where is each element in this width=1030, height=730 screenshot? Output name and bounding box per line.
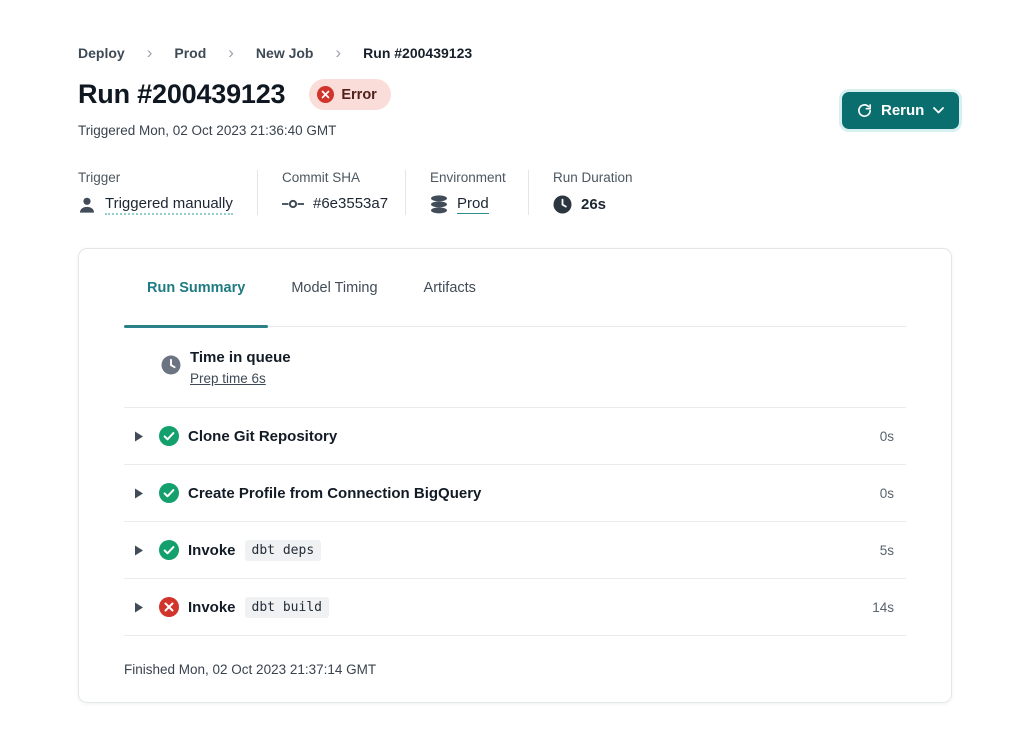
expand-triangle-icon[interactable] xyxy=(134,601,144,614)
tab-run-summary[interactable]: Run Summary xyxy=(124,249,268,326)
step-row: Invokedbt build 14s xyxy=(124,579,906,636)
breadcrumb-chevron-icon: › xyxy=(147,44,153,61)
run-meta-row: Trigger Triggered manually Commit SHA #6… xyxy=(78,170,633,215)
environment-link[interactable]: Prod xyxy=(457,195,489,214)
rerun-button[interactable]: Rerun xyxy=(842,92,959,129)
error-circle-icon xyxy=(317,86,334,103)
card-footer: Finished Mon, 02 Oct 2023 21:37:14 GMT xyxy=(124,636,906,702)
step-label: Invokedbt build xyxy=(188,597,329,618)
status-badge: Error xyxy=(309,79,390,110)
success-icon xyxy=(159,483,179,503)
tab-model-timing[interactable]: Model Timing xyxy=(268,249,400,326)
queue-title: Time in queue xyxy=(190,349,291,366)
rerun-button-label: Rerun xyxy=(881,102,924,119)
meta-duration: Run Duration 26s xyxy=(553,170,633,215)
commit-sha-value: #6e3553a7 xyxy=(313,195,388,212)
step-duration: 0s xyxy=(880,486,906,501)
meta-environment: Environment Prod xyxy=(430,170,529,215)
tab-artifacts[interactable]: Artifacts xyxy=(401,249,499,326)
tabs: Run SummaryModel TimingArtifacts xyxy=(124,249,906,327)
success-icon xyxy=(159,540,179,560)
page-title: Run #200439123 xyxy=(78,79,285,110)
breadcrumb-chevron-icon: › xyxy=(228,44,234,61)
step-row: Invokedbt deps 5s xyxy=(124,522,906,579)
meta-commit: Commit SHA #6e3553a7 xyxy=(282,170,406,215)
person-icon xyxy=(78,196,96,214)
step-row: Create Profile from Connection BigQuery 0… xyxy=(124,465,906,522)
status-badge-label: Error xyxy=(341,87,376,103)
finished-timestamp: Finished Mon, 02 Oct 2023 21:37:14 GMT xyxy=(124,662,376,677)
database-icon xyxy=(430,195,448,214)
step-command-code: dbt deps xyxy=(245,540,322,561)
error-icon xyxy=(159,597,179,617)
queue-clock-icon xyxy=(161,355,181,380)
meta-label: Run Duration xyxy=(553,170,633,185)
step-rows: Time in queue Prep time 6s Clone Git Rep… xyxy=(124,327,906,702)
refresh-icon xyxy=(857,103,872,118)
prep-time-link[interactable]: Prep time 6s xyxy=(190,371,266,386)
chevron-down-icon xyxy=(933,107,944,114)
breadcrumb-item[interactable]: New Job xyxy=(256,45,314,61)
expand-triangle-icon[interactable] xyxy=(134,487,144,500)
meta-label: Environment xyxy=(430,170,504,185)
step-duration: 14s xyxy=(872,600,906,615)
step-duration: 5s xyxy=(880,543,906,558)
meta-trigger: Trigger Triggered manually xyxy=(78,170,258,215)
breadcrumb: Deploy › Prod › New Job › Run #200439123 xyxy=(78,44,472,61)
step-label: Invokedbt deps xyxy=(188,540,321,561)
queue-row: Time in queue Prep time 6s xyxy=(124,327,906,408)
step-row: Clone Git Repository 0s xyxy=(124,408,906,465)
expand-triangle-icon[interactable] xyxy=(134,544,144,557)
title-row: Run #200439123 Error xyxy=(78,79,391,110)
expand-triangle-icon[interactable] xyxy=(134,430,144,443)
breadcrumb-item[interactable]: Prod xyxy=(174,45,206,61)
breadcrumb-chevron-icon: › xyxy=(336,44,342,61)
meta-label: Commit SHA xyxy=(282,170,381,185)
breadcrumb-item[interactable]: Deploy xyxy=(78,45,125,61)
meta-label: Trigger xyxy=(78,170,233,185)
run-summary-card: Run SummaryModel TimingArtifacts Time in… xyxy=(78,248,952,703)
trigger-value[interactable]: Triggered manually xyxy=(105,195,233,215)
step-label: Create Profile from Connection BigQuery xyxy=(188,485,481,502)
success-icon xyxy=(159,426,179,446)
clock-icon xyxy=(553,195,572,214)
triggered-timestamp: Triggered Mon, 02 Oct 2023 21:36:40 GMT xyxy=(78,123,336,138)
step-label: Clone Git Repository xyxy=(188,428,337,445)
commit-icon xyxy=(282,197,304,211)
run-duration-value: 26s xyxy=(581,196,606,213)
step-duration: 0s xyxy=(880,429,906,444)
step-command-code: dbt build xyxy=(245,597,329,618)
breadcrumb-item: Run #200439123 xyxy=(363,45,472,61)
